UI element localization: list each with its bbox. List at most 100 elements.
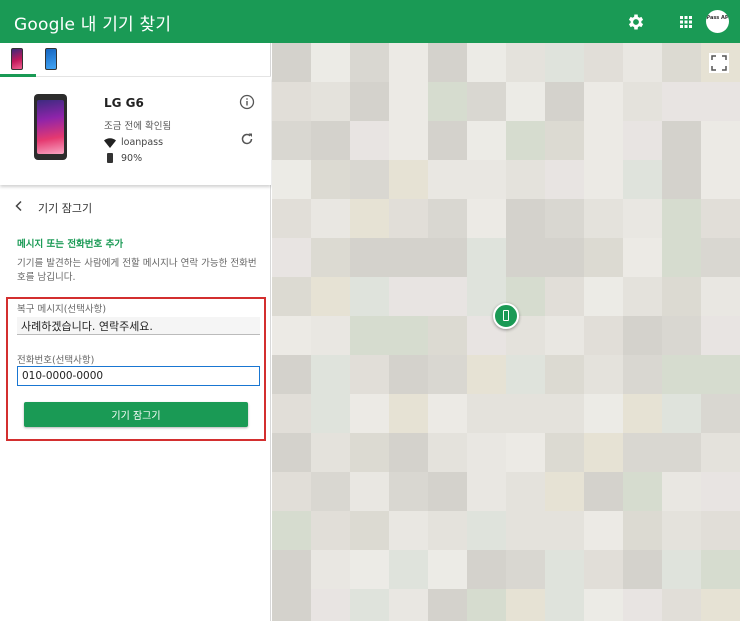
map-tile bbox=[623, 511, 662, 550]
map-tile bbox=[389, 550, 428, 589]
app-title: Google 내 기기 찾기 bbox=[14, 15, 172, 35]
fullscreen-icon[interactable] bbox=[709, 53, 729, 73]
map-tile bbox=[311, 589, 350, 621]
map-tile bbox=[584, 160, 623, 199]
map-tile bbox=[545, 394, 584, 433]
refresh-icon[interactable] bbox=[239, 131, 255, 147]
map-tile bbox=[701, 160, 740, 199]
map-tile bbox=[623, 316, 662, 355]
map-tile bbox=[545, 472, 584, 511]
map-tile bbox=[506, 160, 545, 199]
map-tile bbox=[584, 433, 623, 472]
map-tile bbox=[428, 550, 467, 589]
map-tile bbox=[701, 277, 740, 316]
map-tile bbox=[545, 160, 584, 199]
map-tile bbox=[584, 199, 623, 238]
device-tabs bbox=[0, 43, 271, 77]
map-tile bbox=[623, 433, 662, 472]
map-tile bbox=[701, 199, 740, 238]
map-tile bbox=[584, 511, 623, 550]
map-tile bbox=[623, 160, 662, 199]
back-icon[interactable] bbox=[14, 200, 24, 212]
map-tile bbox=[350, 316, 389, 355]
device-tab-lg-g6[interactable] bbox=[11, 48, 23, 70]
map-tile bbox=[311, 43, 350, 82]
map-tile bbox=[584, 550, 623, 589]
map-tile bbox=[350, 160, 389, 199]
map-tile bbox=[506, 199, 545, 238]
map-tile bbox=[350, 550, 389, 589]
map-tile bbox=[662, 550, 701, 589]
map-tile bbox=[350, 121, 389, 160]
section-title: 메시지 또는 전화번호 추가 bbox=[17, 239, 124, 250]
map-tile bbox=[311, 82, 350, 121]
device-panel: LG G6 조금 전에 확인됨 loanpass 90% 기기 잠그기 메시지 … bbox=[0, 43, 271, 621]
map-tile bbox=[389, 394, 428, 433]
device-location-pin[interactable] bbox=[493, 303, 519, 329]
map-tile bbox=[623, 277, 662, 316]
map-tile bbox=[272, 238, 311, 277]
map-tile bbox=[662, 433, 701, 472]
phone-number-input[interactable] bbox=[17, 366, 260, 386]
map-tile bbox=[506, 511, 545, 550]
map-tile bbox=[389, 121, 428, 160]
gear-icon[interactable] bbox=[626, 12, 646, 32]
map-tile bbox=[467, 355, 506, 394]
map-tile bbox=[428, 160, 467, 199]
map-tile bbox=[545, 550, 584, 589]
apps-grid-icon[interactable] bbox=[676, 12, 696, 32]
avatar[interactable]: Pass AP bbox=[706, 10, 729, 33]
map-tile bbox=[467, 82, 506, 121]
map-tile bbox=[662, 316, 701, 355]
message-label: 복구 메시지(선택사항) bbox=[17, 304, 107, 315]
map-tile bbox=[506, 550, 545, 589]
recovery-message-input[interactable] bbox=[17, 317, 260, 335]
map-tile bbox=[701, 316, 740, 355]
map-tile bbox=[389, 199, 428, 238]
map-tile bbox=[506, 355, 545, 394]
map-tile bbox=[389, 472, 428, 511]
map-tile bbox=[662, 472, 701, 511]
map-view[interactable] bbox=[272, 43, 740, 621]
map-tile bbox=[350, 277, 389, 316]
map-tile bbox=[350, 199, 389, 238]
map-tile bbox=[311, 550, 350, 589]
map-tile bbox=[389, 355, 428, 394]
map-tile bbox=[272, 199, 311, 238]
map-tile bbox=[506, 394, 545, 433]
map-tile bbox=[506, 238, 545, 277]
map-tile bbox=[467, 433, 506, 472]
map-tile bbox=[623, 238, 662, 277]
top-bar: Google 내 기기 찾기 Pass AP bbox=[0, 0, 740, 43]
map-tile bbox=[467, 472, 506, 511]
map-tile bbox=[506, 589, 545, 621]
map-tile bbox=[467, 160, 506, 199]
map-tile bbox=[623, 589, 662, 621]
phone-label: 전화번호(선택사항) bbox=[17, 355, 95, 366]
battery-icon bbox=[107, 153, 113, 163]
map-tile bbox=[350, 511, 389, 550]
lock-device-title: 기기 잠그기 bbox=[38, 202, 93, 215]
map-tile bbox=[584, 589, 623, 621]
map-tile bbox=[467, 199, 506, 238]
map-tile bbox=[428, 82, 467, 121]
map-tile bbox=[701, 472, 740, 511]
map-tile bbox=[389, 238, 428, 277]
map-tile bbox=[311, 121, 350, 160]
map-tile bbox=[350, 472, 389, 511]
lock-device-button[interactable]: 기기 잠그기 bbox=[24, 402, 248, 427]
map-tile bbox=[272, 277, 311, 316]
map-tile bbox=[545, 433, 584, 472]
map-tile bbox=[428, 472, 467, 511]
map-tile bbox=[389, 433, 428, 472]
map-tile bbox=[272, 121, 311, 160]
map-tile bbox=[311, 433, 350, 472]
info-icon[interactable] bbox=[239, 94, 255, 110]
device-tab-second[interactable] bbox=[45, 48, 57, 70]
map-tile bbox=[584, 355, 623, 394]
map-tile bbox=[701, 589, 740, 621]
map-tile bbox=[311, 355, 350, 394]
map-tile bbox=[272, 316, 311, 355]
map-tile bbox=[467, 511, 506, 550]
map-tile bbox=[272, 82, 311, 121]
